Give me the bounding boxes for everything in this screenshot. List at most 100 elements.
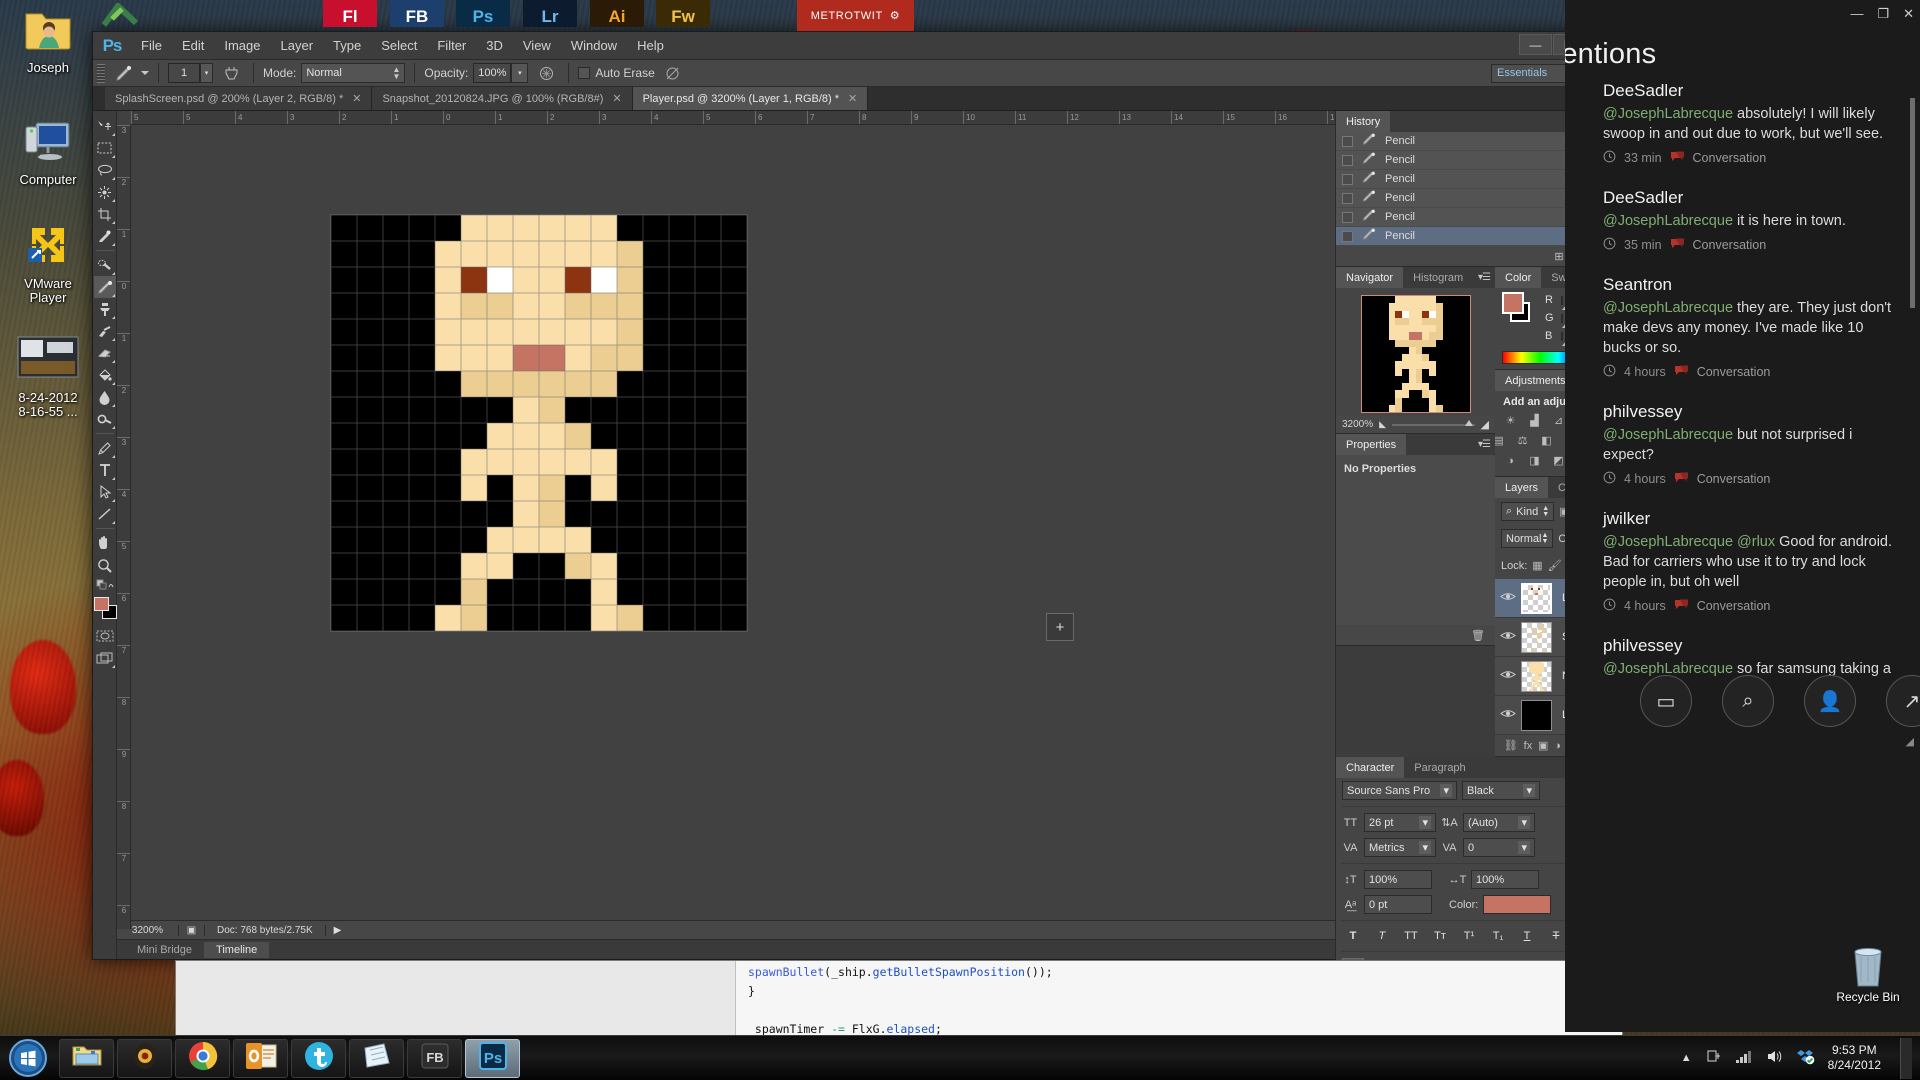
- canvas-pixel[interactable]: [591, 605, 617, 631]
- text-color-swatch[interactable]: [1483, 895, 1552, 914]
- start-orb-icon[interactable]: [0, 1036, 56, 1080]
- canvas-pixel[interactable]: [435, 423, 461, 449]
- canvas-pixel[interactable]: [409, 605, 435, 631]
- opacity-input[interactable]: 100%: [473, 63, 512, 83]
- share-icon[interactable]: ↗: [1886, 675, 1920, 727]
- tab-paragraph[interactable]: Paragraph: [1404, 757, 1475, 778]
- panel-menu-icon[interactable]: ▾☰: [1478, 272, 1491, 283]
- tweet-username[interactable]: DeeSadler: [1603, 81, 1903, 101]
- canvas-pixel[interactable]: [669, 605, 695, 631]
- canvas-pixel[interactable]: [539, 553, 565, 579]
- canvas-pixel[interactable]: [591, 423, 617, 449]
- canvas-pixel[interactable]: [487, 553, 513, 579]
- canvas-pixel[interactable]: [513, 371, 539, 397]
- canvas-pixel[interactable]: [409, 371, 435, 397]
- canvas-pixel[interactable]: [669, 397, 695, 423]
- posterize-icon[interactable]: ◨: [1526, 452, 1543, 469]
- canvas-pixel[interactable]: [357, 371, 383, 397]
- canvas-pixel[interactable]: [539, 241, 565, 267]
- history-snapshot-checkbox[interactable]: [1342, 173, 1353, 185]
- canvas-pixel[interactable]: [591, 579, 617, 605]
- canvas-pixel[interactable]: [721, 397, 747, 423]
- canvas-pixel[interactable]: [721, 215, 747, 241]
- canvas-pixel[interactable]: [643, 371, 669, 397]
- canvas-pixel[interactable]: [695, 475, 721, 501]
- canvas-pixel[interactable]: [331, 397, 357, 423]
- canvas-pixel[interactable]: [617, 267, 643, 293]
- canvas-pixel[interactable]: [669, 319, 695, 345]
- canvas-pixel[interactable]: [513, 553, 539, 579]
- canvas-pixel[interactable]: [487, 267, 513, 293]
- canvas-pixel[interactable]: [591, 345, 617, 371]
- maximize-button[interactable]: ❐: [1877, 6, 1889, 22]
- canvas-pixel[interactable]: [487, 241, 513, 267]
- canvas-pixel[interactable]: [435, 319, 461, 345]
- tweet-mention-handle[interactable]: @JosephLabrecque: [1603, 300, 1733, 316]
- menu-window[interactable]: Window: [561, 34, 627, 57]
- black-white-icon[interactable]: ◧: [1538, 432, 1555, 449]
- canvas-pixel[interactable]: [643, 553, 669, 579]
- canvas-pixel[interactable]: [383, 345, 409, 371]
- font-size-input[interactable]: 26 pt ▾: [1364, 813, 1436, 832]
- canvas-pixel[interactable]: [539, 449, 565, 475]
- taskbar-button-notepad[interactable]: [349, 1038, 404, 1078]
- lock-transparency-icon[interactable]: ▦: [1532, 556, 1542, 575]
- taskbar-button-webcam[interactable]: [117, 1038, 172, 1078]
- canvas-pixel[interactable]: [695, 527, 721, 553]
- canvas-pixel[interactable]: [591, 449, 617, 475]
- canvas-pixel[interactable]: [383, 423, 409, 449]
- canvas-pixel[interactable]: [383, 267, 409, 293]
- canvas-pixel[interactable]: [669, 371, 695, 397]
- horizontal-scale-input[interactable]: 100%: [1471, 870, 1539, 889]
- status-expand-arrow-icon[interactable]: ▶: [326, 925, 350, 936]
- canvas-pixel[interactable]: [721, 449, 747, 475]
- tab-character[interactable]: Character: [1336, 757, 1405, 778]
- canvas-pixel[interactable]: [409, 527, 435, 553]
- canvas-pixel[interactable]: [331, 319, 357, 345]
- canvas-pixel[interactable]: [617, 397, 643, 423]
- all-caps-button[interactable]: TT: [1400, 927, 1422, 945]
- action-center-icon[interactable]: [1705, 1048, 1722, 1068]
- tweet-item[interactable]: jwilker @JosephLabrecque @rlux Good for a…: [1603, 509, 1903, 614]
- ruler-vertical[interactable]: 32101234567898765432: [117, 125, 131, 929]
- canvas-pixel[interactable]: [409, 241, 435, 267]
- canvas-pixel[interactable]: [357, 293, 383, 319]
- canvas-pixel[interactable]: [513, 527, 539, 553]
- canvas-pixel[interactable]: [721, 501, 747, 527]
- menu-view[interactable]: View: [513, 34, 561, 57]
- canvas-pixel[interactable]: [409, 501, 435, 527]
- canvas-pixel[interactable]: [643, 345, 669, 371]
- canvas-viewport[interactable]: +: [131, 125, 1335, 920]
- canvas-pixel[interactable]: [617, 293, 643, 319]
- canvas-pixel[interactable]: [461, 293, 487, 319]
- canvas-pixel[interactable]: [565, 527, 591, 553]
- canvas-pixel[interactable]: [357, 553, 383, 579]
- strikethrough-button[interactable]: T: [1545, 927, 1567, 945]
- tweet-mention-handle[interactable]: @JosephLabrecque @rlux: [1603, 534, 1775, 550]
- canvas-pixel[interactable]: [487, 293, 513, 319]
- canvas-pixel[interactable]: [487, 579, 513, 605]
- canvas-pixel[interactable]: [669, 527, 695, 553]
- close-icon[interactable]: ✕: [848, 92, 857, 105]
- canvas-pixel[interactable]: [435, 527, 461, 553]
- document-tab-player[interactable]: Player.psd @ 3200% (Layer 1, RGB/8) * ✕: [632, 87, 869, 110]
- canvas-pixel[interactable]: [643, 319, 669, 345]
- canvas-pixel[interactable]: [487, 475, 513, 501]
- canvas-pixel[interactable]: [383, 241, 409, 267]
- canvas-pixel[interactable]: [721, 527, 747, 553]
- canvas-pixel[interactable]: [643, 475, 669, 501]
- canvas-pixel[interactable]: [721, 267, 747, 293]
- foreground-background-color-swatches[interactable]: [93, 597, 117, 621]
- canvas-pixel[interactable]: [565, 475, 591, 501]
- canvas-pixel[interactable]: [565, 293, 591, 319]
- canvas-pixel[interactable]: [721, 605, 747, 631]
- options-bar-grip[interactable]: [97, 63, 105, 83]
- menu-layer[interactable]: Layer: [271, 34, 324, 57]
- metrotwit-scrollbar[interactable]: [1910, 98, 1915, 308]
- canvas-pixel[interactable]: [513, 579, 539, 605]
- history-snapshot-checkbox[interactable]: [1342, 211, 1353, 223]
- history-snapshot-checkbox[interactable]: [1342, 230, 1353, 242]
- canvas-pixel[interactable]: [487, 345, 513, 371]
- canvas-pixel[interactable]: [643, 449, 669, 475]
- leading-input[interactable]: (Auto) ▾: [1463, 813, 1535, 832]
